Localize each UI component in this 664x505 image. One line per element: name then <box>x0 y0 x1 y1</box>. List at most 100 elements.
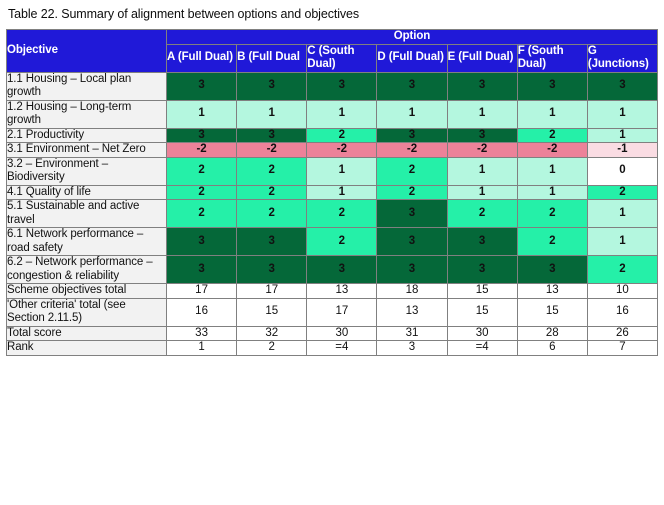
table-caption: Table 22. Summary of alignment between o… <box>8 7 360 21</box>
summary-row: Scheme objectives total 17 17 13 18 15 13 10 <box>6 283 659 299</box>
summary-cell-e: 15 <box>446 297 518 327</box>
score-cell-d: 3 <box>376 255 448 284</box>
score-cell-a: 1 <box>165 99 238 129</box>
score-cell-f: 3 <box>516 71 588 101</box>
table-body: 1.1 Housing – Local plan growth 3 3 3 3 3 3 3 1.… <box>6 71 659 356</box>
header-column-f: F (South Dual) <box>516 43 588 73</box>
score-cell-c: 1 <box>306 156 378 186</box>
score-cell-b: -2 <box>236 142 308 158</box>
score-cell-e: -2 <box>446 142 518 158</box>
objective-label: 3.1 Environment – Net Zero <box>6 142 167 158</box>
summary-cell-d: 18 <box>376 283 448 299</box>
score-cell-g: 1 <box>586 199 659 228</box>
summary-cell-c: 13 <box>306 283 378 299</box>
score-cell-g: 3 <box>586 71 659 101</box>
score-cell-g: 0 <box>586 156 659 186</box>
summary-cell-c: 30 <box>306 325 378 341</box>
score-cell-c: 2 <box>306 199 378 228</box>
score-cell-c: 2 <box>306 227 378 256</box>
summary-cell-a: 17 <box>165 283 238 299</box>
summary-label: Scheme objectives total <box>6 283 167 299</box>
score-cell-b: 2 <box>236 199 308 228</box>
table-row: 4.1 Quality of life 2 2 1 2 1 1 2 <box>6 184 659 200</box>
score-cell-a: -2 <box>165 142 238 158</box>
summary-cell-f: 6 <box>516 340 588 356</box>
summary-cell-f: 15 <box>516 297 588 327</box>
summary-row: 'Other criteria' total (see Section 2.11… <box>6 297 659 327</box>
score-cell-b: 1 <box>236 99 308 129</box>
summary-label: Total score <box>6 325 167 341</box>
summary-cell-b: 2 <box>236 340 308 356</box>
score-cell-c: 1 <box>306 99 378 129</box>
header-row-group: Objective Option <box>6 29 658 73</box>
score-cell-b: 3 <box>236 255 308 284</box>
summary-label: Rank <box>6 340 167 356</box>
score-cell-a: 2 <box>165 156 238 186</box>
score-cell-e: 2 <box>446 199 518 228</box>
summary-cell-e: 15 <box>446 283 518 299</box>
summary-cell-g: 26 <box>586 325 659 341</box>
summary-cell-d: 3 <box>376 340 448 356</box>
objective-label: 6.1 Network performance – road safety <box>6 227 167 256</box>
summary-cell-c: 17 <box>306 297 378 327</box>
table-row: 6.2 – Network performance – congestion &… <box>6 255 659 284</box>
table-row: 5.1 Sustainable and active travel 2 2 2 3 2 2 1 <box>6 199 659 228</box>
page-root: Table 22. Summary of alignment between o… <box>0 0 664 505</box>
alignment-table: Objective Option A (Full Dual) B (Full D… <box>6 29 659 356</box>
header-column-d: D (Full Dual) <box>376 43 448 73</box>
summary-cell-g: 16 <box>586 297 659 327</box>
score-cell-c: 1 <box>306 184 378 200</box>
score-cell-e: 3 <box>446 71 518 101</box>
summary-cell-g: 7 <box>586 340 659 356</box>
score-cell-a: 3 <box>165 227 238 256</box>
score-cell-c: 2 <box>306 127 378 143</box>
score-cell-f: 2 <box>516 227 588 256</box>
score-cell-e: 1 <box>446 99 518 129</box>
objective-label: 5.1 Sustainable and active travel <box>6 199 167 228</box>
objective-label: 2.1 Productivity <box>6 127 167 143</box>
score-cell-d: 2 <box>376 156 448 186</box>
objective-label: 4.1 Quality of life <box>6 184 167 200</box>
summary-label: 'Other criteria' total (see Section 2.11… <box>6 297 167 327</box>
score-cell-e: 1 <box>446 156 518 186</box>
objective-label: 1.1 Housing – Local plan growth <box>6 71 167 101</box>
score-cell-a: 2 <box>165 199 238 228</box>
score-cell-e: 1 <box>446 184 518 200</box>
score-cell-d: 3 <box>376 227 448 256</box>
score-cell-g: -1 <box>586 142 659 158</box>
score-cell-d: 3 <box>376 199 448 228</box>
score-cell-e: 3 <box>446 255 518 284</box>
header-column-c: C (South Dual) <box>306 43 378 73</box>
summary-cell-b: 15 <box>236 297 308 327</box>
summary-cell-f: 13 <box>516 283 588 299</box>
summary-cell-d: 13 <box>376 297 448 327</box>
score-cell-a: 3 <box>165 71 238 101</box>
score-cell-c: -2 <box>306 142 378 158</box>
summary-row: Total score 33 32 30 31 30 28 26 <box>6 325 659 341</box>
summary-cell-e: =4 <box>446 340 518 356</box>
table-row: 6.1 Network performance – road safety 3 3 2… <box>6 227 659 256</box>
score-cell-b: 3 <box>236 227 308 256</box>
score-cell-e: 3 <box>446 127 518 143</box>
score-cell-a: 2 <box>165 184 238 200</box>
summary-cell-a: 16 <box>165 297 238 327</box>
score-cell-f: 1 <box>516 184 588 200</box>
score-cell-d: 3 <box>376 71 448 101</box>
summary-cell-a: 33 <box>165 325 238 341</box>
summary-cell-b: 17 <box>236 283 308 299</box>
summary-cell-a: 1 <box>165 340 238 356</box>
objective-label: 3.2 – Environment – Biodiversity <box>6 156 167 186</box>
score-cell-f: 3 <box>516 255 588 284</box>
score-cell-d: 2 <box>376 184 448 200</box>
objective-label: 6.2 – Network performance – congestion &… <box>6 255 167 284</box>
summary-cell-c: =4 <box>306 340 378 356</box>
score-cell-d: 1 <box>376 99 448 129</box>
score-cell-d: -2 <box>376 142 448 158</box>
score-cell-f: 2 <box>516 199 588 228</box>
summary-cell-d: 31 <box>376 325 448 341</box>
table-header: Objective Option A (Full Dual) B (Full D… <box>6 29 659 73</box>
objective-label: 1.2 Housing – Long-term growth <box>6 99 167 129</box>
header-column-b: B (Full Dual <box>236 43 308 73</box>
score-cell-c: 3 <box>306 255 378 284</box>
score-cell-c: 3 <box>306 71 378 101</box>
